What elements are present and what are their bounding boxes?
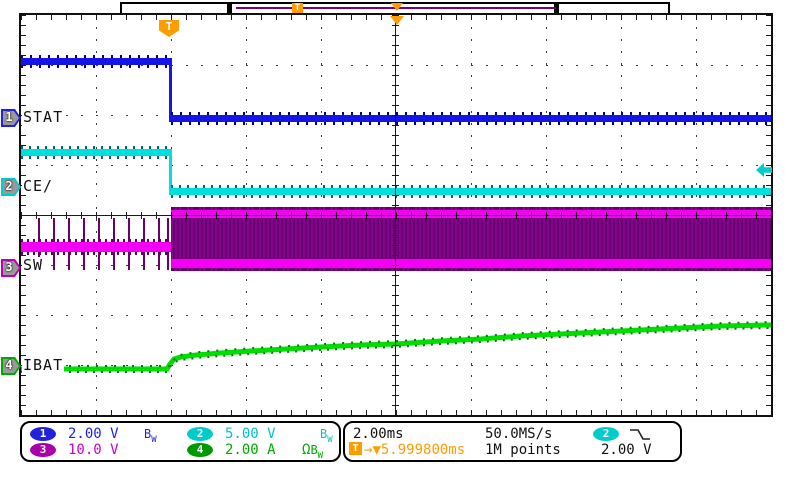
ch1-ground-marker[interactable]: 1 [1, 109, 21, 127]
trigger-level-readout: 2.00 V [601, 442, 652, 458]
channel-readout-box[interactable]: 1 2.00 V BW 2 5.00 V BW 3 10.0 V 4 2.00 … [20, 421, 341, 462]
ch2-ground-marker[interactable]: 2 [1, 178, 21, 196]
timebase-readout: 2.00ms [353, 426, 404, 442]
ch4-scale-readout: 2.00 A [225, 442, 276, 458]
horizontal-trigger-readout-box[interactable]: 2.00ms 50.0MS/s 2 T →▼5.999800ms 1M poin… [343, 421, 682, 462]
trigger-delay-readout: →▼5.999800ms [364, 442, 465, 458]
overview-trigger-marker-icon: T [292, 3, 303, 13]
overview-expansion-marker-icon [391, 3, 403, 11]
ch3-badge: 3 [30, 443, 56, 457]
ch1-label: STAT [22, 109, 64, 126]
trigger-badge-icon: T [349, 442, 362, 455]
center-horizontal-axis [21, 215, 771, 216]
ch4-label: IBAT [22, 357, 64, 374]
trigger-source-badge: 2 [593, 427, 619, 441]
ch4-badge: 4 [187, 443, 213, 457]
ch4-impedance-bandwidth-icon: ΩBW [302, 442, 323, 461]
ch1-scale-readout: 2.00 V [68, 426, 119, 442]
ch1-badge: 1 [30, 427, 56, 441]
ch1-bandwidth-icon: BW [144, 426, 157, 445]
oscilloscope-screen: T [0, 0, 800, 480]
ch3-label: SW [22, 257, 44, 274]
record-length-readout: 1M points [485, 442, 561, 458]
ch2-badge: 2 [187, 427, 213, 441]
sample-rate-readout: 50.0MS/s [485, 426, 552, 442]
ch2-label: CE/ [22, 178, 54, 195]
ch3-ground-marker[interactable]: 3 [1, 259, 21, 277]
waveform-display-area[interactable] [19, 13, 773, 417]
ch3-scale-readout: 10.0 V [68, 442, 119, 458]
expansion-point-marker-icon [390, 16, 404, 25]
ch2-scale-readout: 5.00 V [225, 426, 276, 442]
falling-edge-icon [629, 428, 651, 441]
ch4-ground-marker[interactable]: 4 [1, 357, 21, 375]
